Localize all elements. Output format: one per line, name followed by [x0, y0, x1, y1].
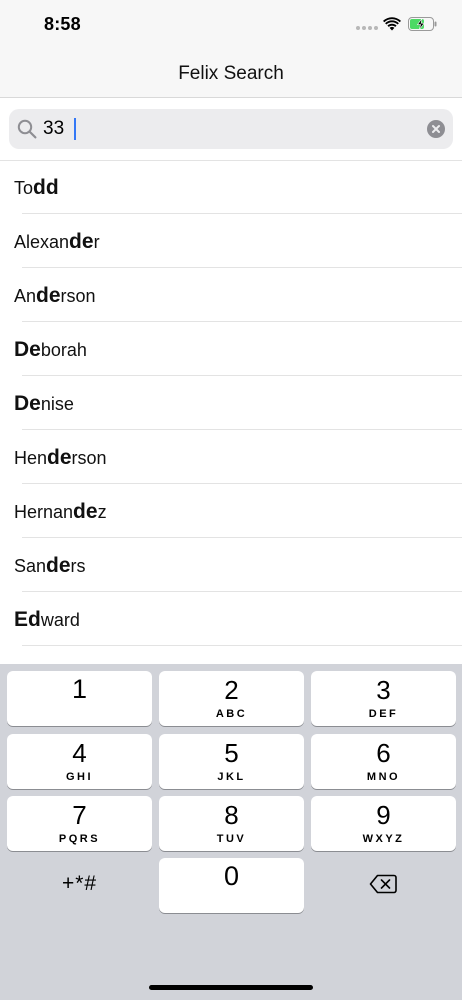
- key-digit: 3: [376, 675, 391, 705]
- list-item-label: Anderson: [14, 284, 96, 308]
- list-item[interactable]: Edward: [0, 592, 462, 646]
- list-item[interactable]: Anderson: [0, 268, 462, 322]
- key-letters: ABC: [215, 708, 248, 720]
- key-1[interactable]: 1: [7, 671, 152, 726]
- list-item-label: Todd: [14, 176, 59, 200]
- list-item[interactable]: Denise: [0, 376, 462, 430]
- clear-icon[interactable]: [427, 120, 445, 138]
- key-letters: JKL: [217, 771, 246, 783]
- cellular-signal-icon: [356, 26, 378, 32]
- label-text: rs: [70, 556, 86, 576]
- symbols-key[interactable]: +*#: [7, 858, 152, 913]
- search-field[interactable]: [9, 109, 453, 149]
- search-input[interactable]: [43, 116, 423, 142]
- match-highlight: de: [69, 230, 94, 253]
- match-highlight: Ed: [14, 608, 41, 631]
- list-item[interactable]: Henderson: [0, 430, 462, 484]
- label-text: rson: [71, 448, 107, 468]
- match-highlight: de: [46, 554, 71, 577]
- status-time: 8:58: [44, 14, 81, 34]
- search-area: [0, 99, 462, 160]
- label-text: An: [14, 286, 37, 306]
- list-item-label: Alexander: [14, 230, 100, 254]
- key-letters: TUV: [216, 833, 247, 845]
- list-item[interactable]: Deborah: [0, 322, 462, 376]
- key-0[interactable]: 0: [159, 858, 304, 913]
- match-highlight: De: [14, 392, 41, 415]
- list-item[interactable]: Sanders: [0, 538, 462, 592]
- list-item[interactable]: Hernandez: [0, 484, 462, 538]
- home-indicator: [149, 985, 313, 990]
- key-letters: MNO: [366, 771, 401, 783]
- label-text: Hernan: [14, 502, 74, 522]
- search-icon: [17, 119, 37, 139]
- key-9[interactable]: 9 WXYZ: [311, 796, 456, 851]
- page-title: Felix Search: [178, 63, 284, 84]
- label-text: rson: [60, 286, 96, 306]
- battery-charging-icon: [408, 17, 437, 31]
- match-highlight: De: [14, 338, 41, 361]
- list-item-label: Hernandez: [14, 500, 107, 524]
- key-letters: WXYZ: [362, 833, 405, 845]
- key-digit: 9: [376, 800, 391, 830]
- list-item-label: Denise: [14, 392, 74, 416]
- symbols-label: +*#: [61, 872, 98, 895]
- list-item[interactable]: Alexander: [0, 214, 462, 268]
- label-text: nise: [40, 394, 74, 414]
- key-digit: 1: [71, 674, 88, 704]
- list-item[interactable]: Todd: [0, 160, 462, 214]
- label-text: borah: [40, 340, 87, 360]
- key-digit: 8: [224, 800, 239, 830]
- label-text: To: [14, 178, 34, 198]
- wifi-icon: [383, 17, 401, 31]
- key-8[interactable]: 8 TUV: [159, 796, 304, 851]
- match-highlight: de: [36, 284, 61, 307]
- status-bar: 8:58: [0, 0, 462, 48]
- label-text: San: [14, 556, 47, 576]
- results-list: Todd Alexander Anderson Deborah Denise H…: [0, 160, 462, 646]
- navigation-bar: Felix Search: [0, 48, 462, 98]
- key-3[interactable]: 3 DEF: [311, 671, 456, 726]
- match-highlight: dd: [33, 176, 59, 199]
- match-highlight: de: [73, 500, 98, 523]
- match-highlight: de: [47, 446, 72, 469]
- key-digit: 4: [72, 738, 87, 768]
- key-letters: GHI: [65, 771, 94, 783]
- label-text: z: [97, 502, 107, 522]
- label-text: r: [93, 232, 100, 252]
- key-6[interactable]: 6 MNO: [311, 734, 456, 789]
- key-letters: PQRS: [58, 833, 101, 845]
- backspace-icon: [369, 874, 397, 894]
- key-5[interactable]: 5 JKL: [159, 734, 304, 789]
- list-item-label: Henderson: [14, 446, 107, 470]
- key-7[interactable]: 7 PQRS: [7, 796, 152, 851]
- text-caret: [74, 118, 76, 140]
- key-digit: 0: [223, 861, 240, 891]
- key-digit: 7: [72, 800, 87, 830]
- delete-key[interactable]: [311, 858, 456, 913]
- key-digit: 6: [376, 738, 391, 768]
- label-text: ward: [40, 610, 80, 630]
- key-digit: 2: [224, 675, 239, 705]
- list-item-label: Sanders: [14, 554, 86, 578]
- key-2[interactable]: 2 ABC: [159, 671, 304, 726]
- key-4[interactable]: 4 GHI: [7, 734, 152, 789]
- label-text: Alexan: [14, 232, 70, 252]
- numeric-keypad: 1 2 ABC 3 DEF 4 GHI 5 JKL 6 MNO 7 PQRS 8…: [0, 664, 462, 1000]
- label-text: Hen: [14, 448, 48, 468]
- list-item-label: Edward: [14, 608, 80, 632]
- key-letters: DEF: [368, 708, 399, 720]
- key-digit: 5: [224, 738, 239, 768]
- list-item-label: Deborah: [14, 338, 87, 362]
